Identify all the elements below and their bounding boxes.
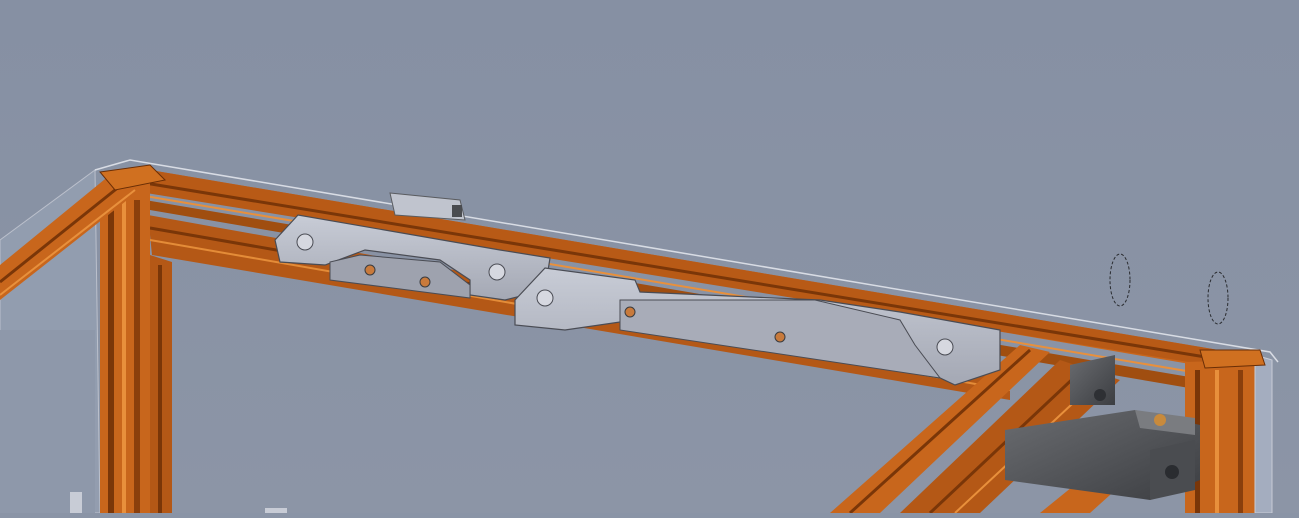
cad-scene xyxy=(0,0,1299,515)
bottom-small-part xyxy=(265,508,287,513)
bottom-left-small-part xyxy=(70,492,82,513)
cad-viewport[interactable] xyxy=(0,0,1299,515)
left-panel-bottom xyxy=(0,330,95,513)
right-corner-bracket xyxy=(1199,349,1266,369)
